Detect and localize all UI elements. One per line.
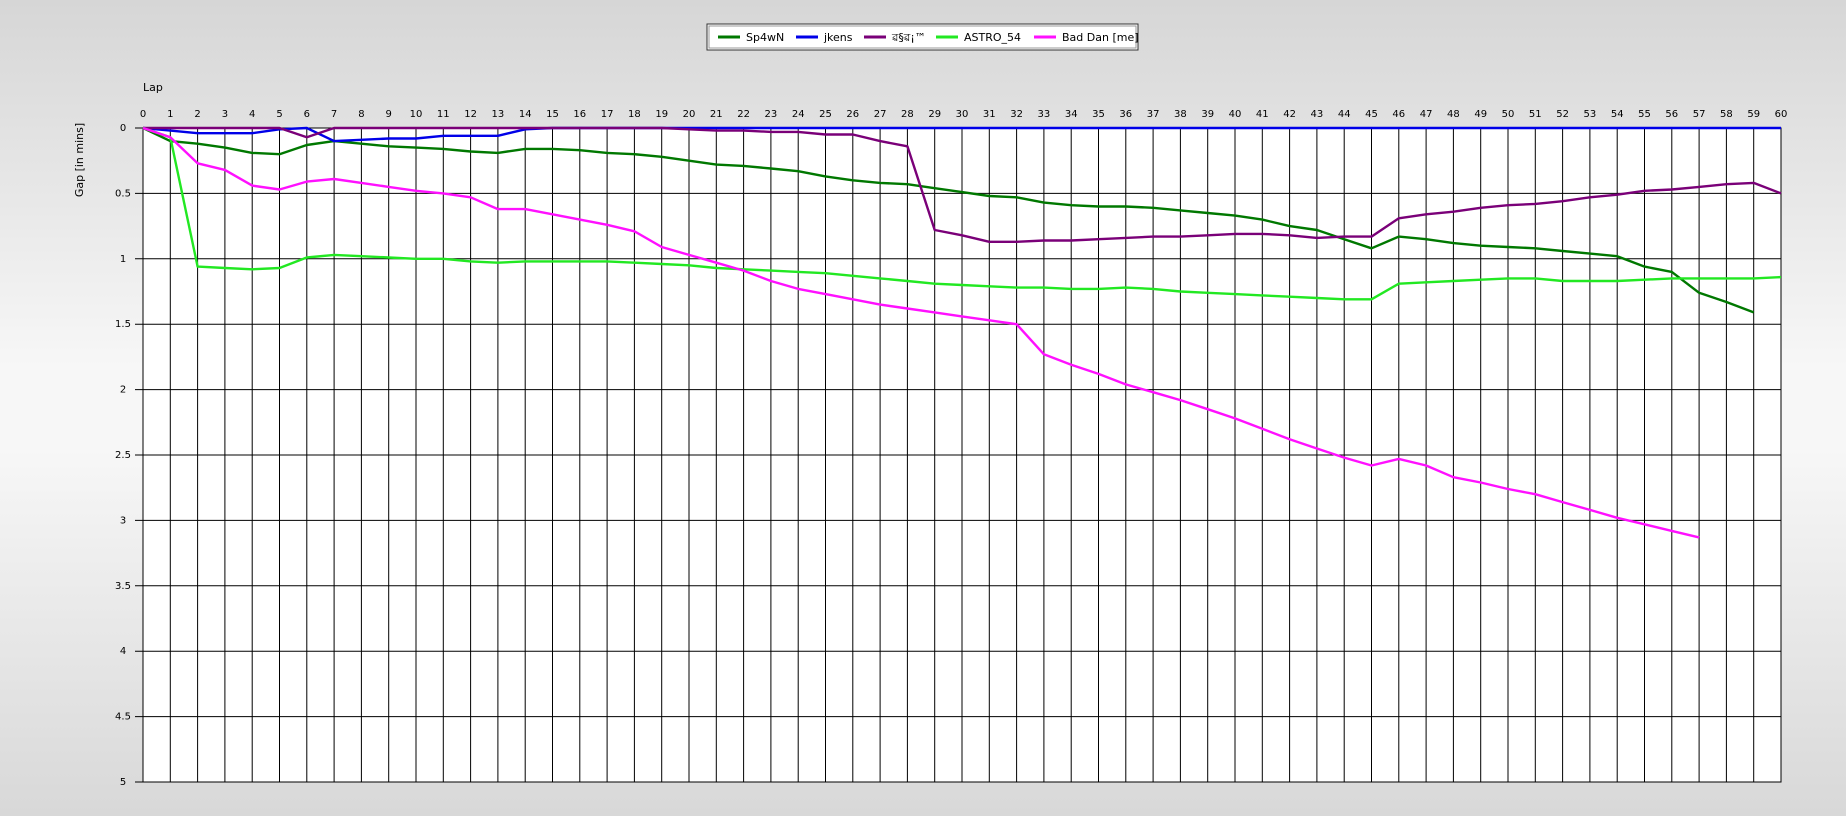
legend-label-1: jkens bbox=[823, 31, 853, 44]
x-tick-label: 12 bbox=[464, 109, 477, 120]
x-tick-label: 44 bbox=[1338, 109, 1351, 120]
x-tick-label: 56 bbox=[1665, 109, 1678, 120]
x-tick-label: 52 bbox=[1556, 109, 1569, 120]
x-tick-label: 20 bbox=[683, 109, 696, 120]
y-tick-label: 4.5 bbox=[115, 712, 131, 723]
y-tick-label: 0.5 bbox=[115, 188, 131, 199]
y-tick-label: 1 bbox=[120, 254, 126, 265]
x-tick-label: 60 bbox=[1775, 109, 1788, 120]
x-tick-label: 33 bbox=[1038, 109, 1051, 120]
gap-chart: Lap Gap [in mins] 0 1 2 3 4 5 6 7 8 9 10 11 12 13 14 15… bbox=[73, 23, 1788, 788]
x-tick-label: 47 bbox=[1420, 109, 1433, 120]
x-tick-label: 8 bbox=[358, 109, 364, 120]
x-tick-label: 32 bbox=[1010, 109, 1023, 120]
x-tick-label: 11 bbox=[437, 109, 450, 120]
y-tick-label: 5 bbox=[120, 777, 126, 788]
x-tick-label: 49 bbox=[1474, 109, 1487, 120]
x-tick-label: 42 bbox=[1283, 109, 1296, 120]
legend: Sp4wN jkens ৱ§ৱ¡™ ASTRO_54 Bad Dan [me] bbox=[706, 23, 1139, 51]
x-tick-label: 1 bbox=[167, 109, 173, 120]
x-tick-labels: 0 1 2 3 4 5 6 7 8 9 10 11 12 13 14 15 16 17 18 19 20 21 22 23 24… bbox=[140, 109, 1788, 120]
x-tick-label: 55 bbox=[1638, 109, 1651, 120]
y-tick-label: 2.5 bbox=[115, 450, 131, 461]
legend-label-4: Bad Dan [me] bbox=[1062, 31, 1139, 44]
x-tick-label: 35 bbox=[1092, 109, 1105, 120]
x-tick-label: 28 bbox=[901, 109, 914, 120]
y-tick-label: 3 bbox=[120, 515, 126, 526]
x-tick-label: 9 bbox=[386, 109, 392, 120]
x-tick-label: 15 bbox=[546, 109, 559, 120]
y-tick-labels: 0 0.5 1 1.5 2 2.5 3 3.5 4 4.5 5 bbox=[115, 123, 131, 788]
x-tick-label: 37 bbox=[1147, 109, 1160, 120]
x-tick-label: 51 bbox=[1529, 109, 1542, 120]
x-tick-label: 54 bbox=[1611, 109, 1624, 120]
x-tick-label: 23 bbox=[765, 109, 778, 120]
x-tick-label: 5 bbox=[276, 109, 282, 120]
y-tick-label: 3.5 bbox=[115, 581, 131, 592]
x-tick-label: 38 bbox=[1174, 109, 1187, 120]
x-tick-label: 13 bbox=[492, 109, 505, 120]
x-tick-label: 45 bbox=[1365, 109, 1378, 120]
x-tick-label: 59 bbox=[1747, 109, 1760, 120]
x-tick-label: 16 bbox=[573, 109, 586, 120]
plot-grid bbox=[135, 127, 1782, 783]
x-tick-label: 48 bbox=[1447, 109, 1460, 120]
x-tick-label: 4 bbox=[249, 109, 255, 120]
x-tick-label: 58 bbox=[1720, 109, 1733, 120]
y-tick-label: 4 bbox=[120, 646, 126, 657]
x-tick-label: 21 bbox=[710, 109, 723, 120]
x-tick-label: 27 bbox=[874, 109, 887, 120]
x-tick-label: 14 bbox=[519, 109, 532, 120]
y-axis-label: Gap [in mins] bbox=[73, 123, 86, 197]
x-tick-label: 26 bbox=[846, 109, 859, 120]
x-tick-label: 18 bbox=[628, 109, 641, 120]
x-tick-label: 6 bbox=[304, 109, 310, 120]
x-tick-label: 36 bbox=[1119, 109, 1132, 120]
legend-label-3: ASTRO_54 bbox=[964, 31, 1021, 44]
x-tick-label: 31 bbox=[983, 109, 996, 120]
x-tick-label: 19 bbox=[655, 109, 668, 120]
x-axis-label: Lap bbox=[143, 81, 163, 94]
x-tick-label: 50 bbox=[1502, 109, 1515, 120]
x-tick-label: 0 bbox=[140, 109, 146, 120]
x-tick-label: 41 bbox=[1256, 109, 1269, 120]
x-tick-label: 39 bbox=[1201, 109, 1214, 120]
x-tick-label: 2 bbox=[194, 109, 200, 120]
x-tick-label: 17 bbox=[601, 109, 614, 120]
x-tick-label: 30 bbox=[956, 109, 969, 120]
legend-label-0: Sp4wN bbox=[746, 31, 784, 44]
x-tick-label: 29 bbox=[928, 109, 941, 120]
y-tick-label: 2 bbox=[120, 385, 126, 396]
x-tick-label: 22 bbox=[737, 109, 750, 120]
x-tick-label: 10 bbox=[410, 109, 423, 120]
x-tick-label: 24 bbox=[792, 109, 805, 120]
x-tick-label: 7 bbox=[331, 109, 337, 120]
x-tick-label: 57 bbox=[1693, 109, 1706, 120]
x-tick-label: 34 bbox=[1065, 109, 1078, 120]
x-tick-label: 53 bbox=[1584, 109, 1597, 120]
legend-label-2: ৱ§ৱ¡™ bbox=[891, 31, 926, 44]
x-tick-label: 40 bbox=[1229, 109, 1242, 120]
y-tick-label: 0 bbox=[120, 123, 126, 134]
x-tick-label: 25 bbox=[819, 109, 832, 120]
y-tick-label: 1.5 bbox=[115, 319, 131, 330]
x-tick-label: 43 bbox=[1311, 109, 1324, 120]
x-tick-label: 46 bbox=[1392, 109, 1405, 120]
x-tick-label: 3 bbox=[222, 109, 228, 120]
